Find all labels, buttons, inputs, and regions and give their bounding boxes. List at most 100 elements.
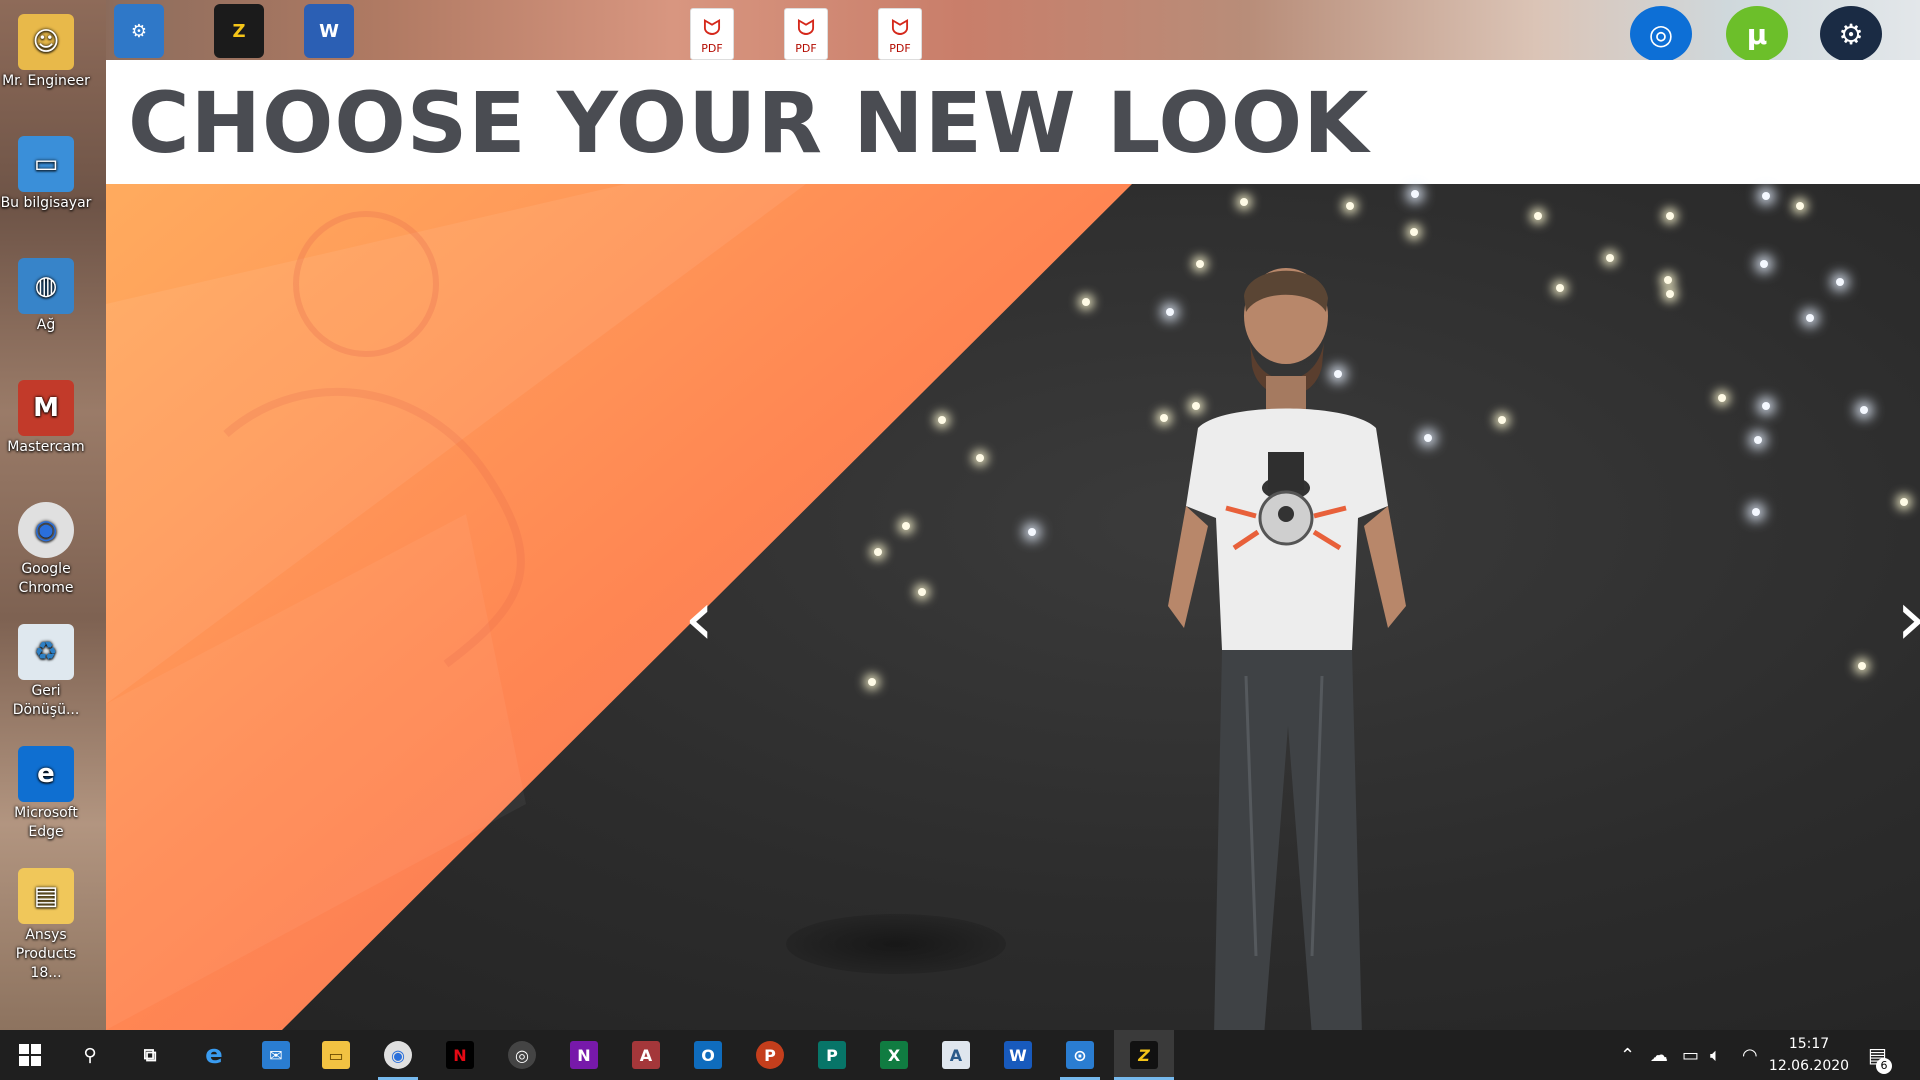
battery-icon[interactable]: ▭ [1682, 1030, 1699, 1080]
search-icon: ⚲ [83, 1044, 97, 1066]
utorrent-icon[interactable]: µ [1726, 6, 1788, 62]
start-button[interactable] [0, 1030, 60, 1080]
sparkle [1666, 212, 1674, 220]
desktop-icon-mastercam[interactable]: M Mastercam [0, 380, 92, 457]
volume-icon[interactable]: 🔈︎ [1710, 1030, 1721, 1080]
taskbar-search-button[interactable]: ⚲ [60, 1030, 120, 1080]
desktop-icon-label: Geri Dönüşü... [12, 683, 80, 718]
sparkle [1762, 402, 1770, 410]
chrome-icon: ◉ [384, 1041, 412, 1069]
network-icon: ◍ [18, 258, 74, 314]
sparkle [1664, 276, 1672, 284]
sparkle [1556, 284, 1564, 292]
next-arrow-button[interactable]: › [1896, 580, 1920, 656]
taskbar-excel[interactable]: X [864, 1030, 924, 1080]
onedrive-cloud-icon[interactable]: ☁ [1650, 1030, 1668, 1080]
floor-shadow [786, 914, 1006, 974]
taskbar-camera[interactable]: ⊙ [1050, 1030, 1110, 1080]
sparkle [874, 548, 882, 556]
taskbar-zula[interactable]: Z [1114, 1030, 1174, 1080]
sparkle [976, 454, 984, 462]
taskbar-file-explorer[interactable]: ▭ [306, 1030, 366, 1080]
desktop-icon-mr-engineer[interactable]: ☺ Mr. Engineer [0, 14, 92, 91]
desktop-icon-this-pc[interactable]: ▭ Bu bilgisayar [0, 136, 92, 213]
page-title: CHOOSE YOUR NEW LOOK [128, 74, 1370, 172]
sparkle [1411, 190, 1419, 198]
character-model [1168, 268, 1406, 1030]
sparkle [1754, 436, 1762, 444]
pdf-file-icon-3[interactable]: ᗢ PDF [878, 8, 922, 60]
steam-icon[interactable]: ⚙ [1820, 6, 1882, 62]
taskbar-clock[interactable]: 15:17 12.06.2020 [1764, 1033, 1854, 1077]
taskbar-netflix[interactable]: N [430, 1030, 490, 1080]
sparkle [1410, 228, 1418, 236]
zula-icon: Z [1130, 1041, 1158, 1069]
show-hidden-icons-chevron-icon[interactable]: ⌃ [1620, 1030, 1635, 1080]
sparkle [918, 588, 926, 596]
mail-icon: ✉ [262, 1041, 290, 1069]
character-preview-scene: ‹ › [106, 184, 1920, 1030]
powerpoint-icon: P [756, 1041, 784, 1069]
notification-count-badge: 6 [1876, 1058, 1892, 1074]
sparkle [1900, 498, 1908, 506]
recycle-bin-icon: ♻ [18, 624, 74, 680]
desktop-icon-edge[interactable]: e Microsoft Edge [0, 746, 92, 842]
taskbar-powerpoint[interactable]: P [740, 1030, 800, 1080]
orange-diagonal-panel [106, 184, 1132, 1030]
onenote-icon: N [570, 1041, 598, 1069]
sparkle [1796, 202, 1804, 210]
folder-user-icon: ☺ [18, 14, 74, 70]
sparkle [1082, 298, 1090, 306]
access-icon: A [632, 1041, 660, 1069]
sparkle [1028, 528, 1036, 536]
sparkle [1666, 290, 1674, 298]
taskbar-chrome[interactable]: ◉ [368, 1030, 428, 1080]
uplay-icon[interactable]: ◎ [1630, 6, 1692, 62]
chrome-icon: ◉ [18, 502, 74, 558]
desktop-icon-chrome[interactable]: ◉ Google Chrome [0, 502, 92, 598]
pdf-file-icon-1[interactable]: ᗢ PDF [690, 8, 734, 60]
previous-arrow-button[interactable]: ‹ [684, 580, 714, 656]
taskbar-groove[interactable]: ◎ [492, 1030, 552, 1080]
sparkle [1346, 202, 1354, 210]
taskbar-publisher[interactable]: P [802, 1030, 862, 1080]
desktop-icon-label: Ansys Products 18... [15, 927, 77, 981]
zula-icon[interactable]: Z [214, 4, 264, 58]
sparkle [1752, 508, 1760, 516]
edge-icon: e [205, 1040, 223, 1070]
taskbar-word[interactable]: W [988, 1030, 1048, 1080]
desktop-icon-label: Google Chrome [18, 561, 74, 596]
taskbar-mail[interactable]: ✉ [246, 1030, 306, 1080]
windows-icon [19, 1044, 41, 1066]
sparkle [1806, 314, 1814, 322]
word-icon: W [1004, 1041, 1032, 1069]
edge-icon: e [18, 746, 74, 802]
pdf-file-icon-2[interactable]: ᗢ PDF [784, 8, 828, 60]
taskbar-task-view-button[interactable]: ⧉ [120, 1030, 180, 1080]
desktop-icon-label: Ağ [36, 317, 56, 333]
taskbar-edge[interactable]: e [184, 1030, 244, 1080]
sparkle [1762, 192, 1770, 200]
groove-icon: ◎ [508, 1041, 536, 1069]
control-panel-icon[interactable]: ⚙ [114, 4, 164, 58]
taskbar-outlook[interactable]: O [678, 1030, 738, 1080]
publisher-icon: P [818, 1041, 846, 1069]
desktop-icon-network[interactable]: ◍ Ağ [0, 258, 92, 335]
clock-time: 15:17 [1788, 1036, 1830, 1052]
desktop-icon-label: Mastercam [7, 439, 85, 455]
mastercam-icon: M [18, 380, 74, 436]
folder-icon: ▤ [18, 868, 74, 924]
sparkle [902, 522, 910, 530]
desktop-icon-recycle-bin[interactable]: ♻ Geri Dönüşü... [0, 624, 92, 720]
clock-date: 12.06.2020 [1768, 1058, 1850, 1074]
desktop-icon-ansys[interactable]: ▤ Ansys Products 18... [0, 868, 92, 983]
taskbar: ⚲ ⧉ e ✉ ▭ ◉ N ◎ N A O P P X A W ⊙ Z ⌃ ☁ … [0, 1030, 1920, 1080]
outlook-icon: O [694, 1041, 722, 1069]
word-doc-icon[interactable]: W [304, 4, 354, 58]
taskbar-onenote[interactable]: N [554, 1030, 614, 1080]
wifi-icon[interactable]: ◠ [1742, 1030, 1758, 1080]
sparkle [1836, 278, 1844, 286]
sparkle [1760, 260, 1768, 268]
taskbar-notes[interactable]: A [926, 1030, 986, 1080]
taskbar-access[interactable]: A [616, 1030, 676, 1080]
